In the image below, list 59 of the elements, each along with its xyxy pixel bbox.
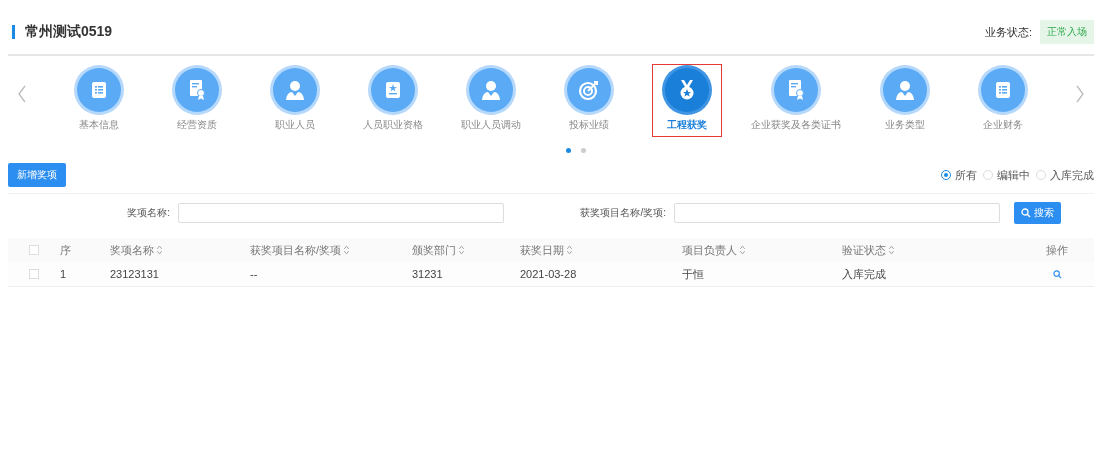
page-dot[interactable] [581,148,586,153]
field-label: 获奖项目名称/奖项: [580,206,667,220]
list-icon [89,80,109,100]
table-cell-text: 23123131 [110,268,160,280]
column-header: 序 [60,242,71,258]
radio-label: 编辑中 [997,167,1030,183]
checkbox[interactable] [29,245,39,255]
category-tab[interactable]: 企业获奖及各类证书 [750,64,842,137]
table-cell-text: 31231 [412,268,444,280]
sort-icon[interactable] [156,245,163,255]
title-accent-bar [12,25,15,39]
column-header: 颁奖部门 [412,242,456,258]
search-button[interactable]: 搜索 [1014,202,1061,224]
category-tab[interactable]: 工程获奖 [652,64,722,137]
column-header: 项目负责人 [682,242,737,258]
category-tab[interactable]: 人员职业资格 [358,64,428,137]
sort-icon[interactable] [343,245,351,255]
status-label: 业务状态: [984,24,1032,40]
category-tab[interactable]: 职业人员 [260,64,330,137]
field-label: 奖项名称: [127,206,171,220]
table-cell-text: 入库完成 [842,266,887,282]
column-header: 操作 [1046,242,1068,258]
add-award-button[interactable]: 新增奖项 [8,163,66,187]
id-card-icon [383,80,403,100]
column-header: 获奖项目名称/奖项 [250,242,342,258]
category-tab[interactable]: 职业人员调动 [456,64,526,137]
radio-label: 入库完成 [1050,167,1094,183]
list-icon [993,80,1013,100]
category-tab[interactable]: 业务类型 [870,64,940,137]
sort-icon[interactable] [458,245,465,255]
certificate-icon [187,79,207,101]
page-title: 常州测试0519 [25,23,113,41]
search-icon[interactable] [1052,269,1062,279]
input-field[interactable] [178,203,504,223]
person-icon [481,79,501,101]
input-field[interactable] [674,203,1000,223]
person-icon [285,79,305,101]
table-cell-text: 1 [60,268,68,280]
category-tab[interactable]: 企业财务 [968,64,1038,137]
target-icon [578,79,600,101]
category-tab[interactable]: 基本信息 [64,64,134,137]
status-tag: 正常入场 [1040,20,1094,44]
table-cell-text: 于恒 [682,266,705,282]
radio-label: 所有 [955,167,977,183]
column-header: 验证状态 [842,242,886,258]
table-cell-text: 2021-03-28 [520,268,578,280]
sort-icon[interactable] [566,245,573,255]
certificate-icon [786,79,806,101]
sort-icon[interactable] [888,245,895,255]
table-cell-text: -- [250,268,259,280]
sort-icon[interactable] [739,245,746,255]
search-icon [1021,208,1031,218]
category-tab[interactable]: 投标业绩 [554,64,624,137]
column-header: 奖项名称 [110,242,154,258]
checkbox[interactable] [29,269,39,279]
page-dot[interactable] [566,148,571,153]
category-tab[interactable]: 经营资质 [162,64,232,137]
column-header: 获奖日期 [520,242,564,258]
person-icon [895,79,915,101]
